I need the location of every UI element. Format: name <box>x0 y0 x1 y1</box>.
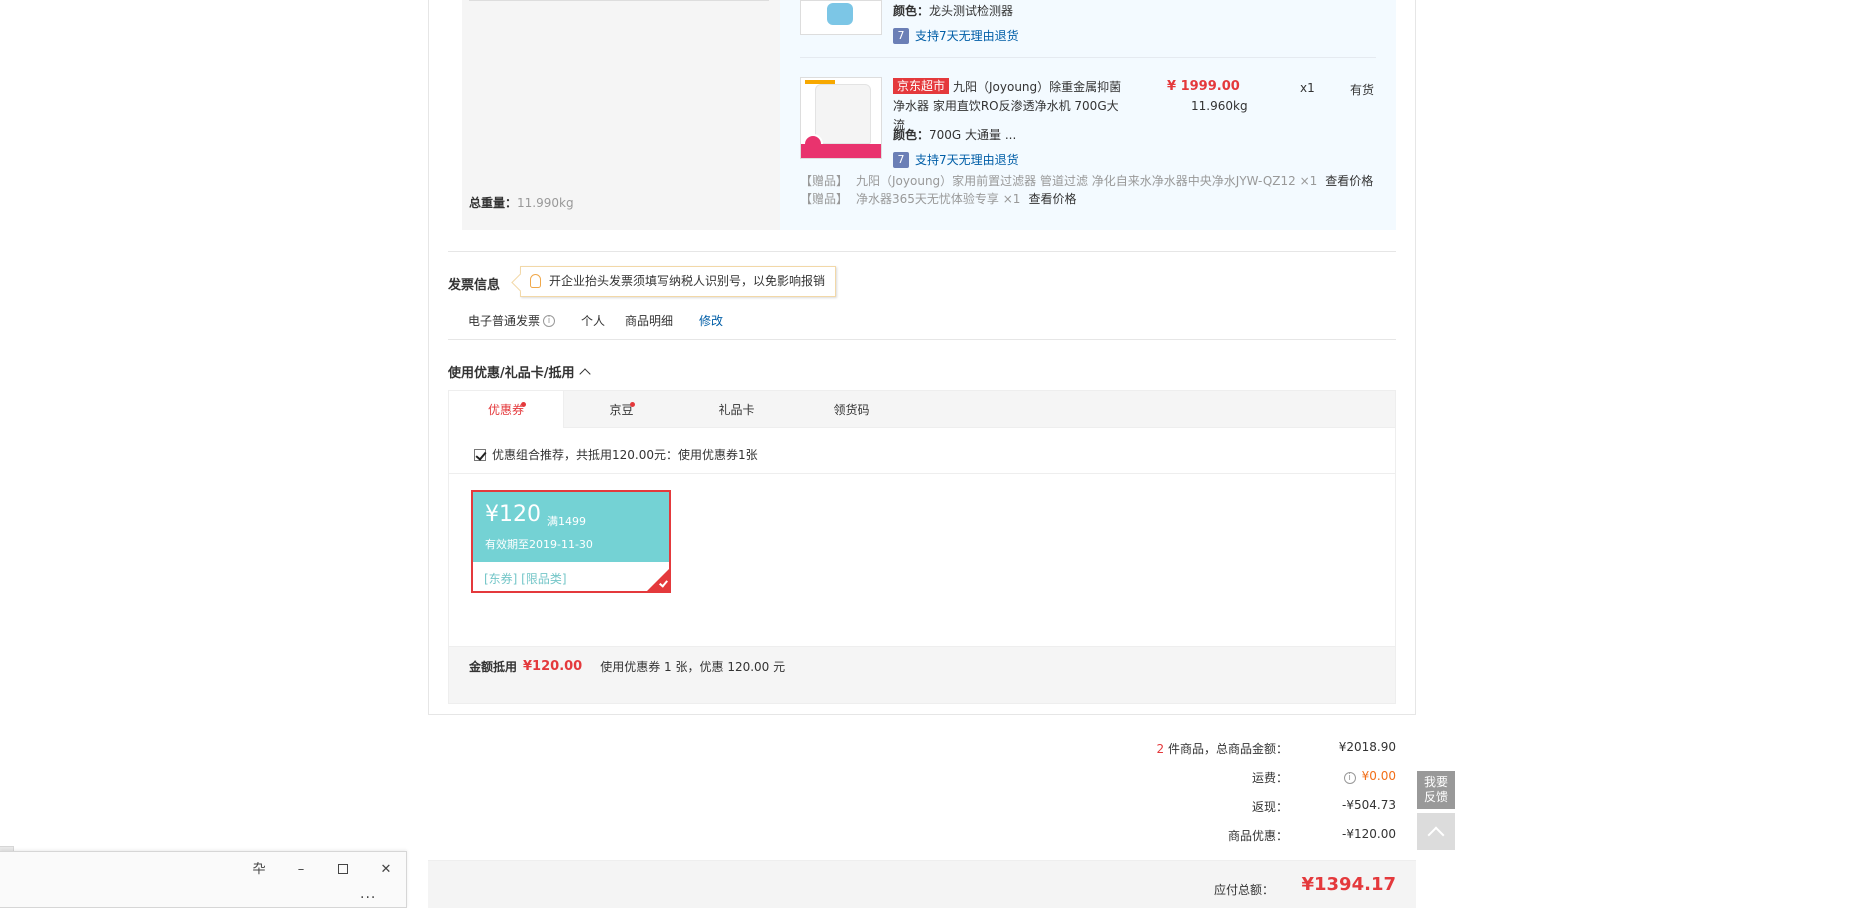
goods-total-value: ¥2018.90 <box>1338 740 1396 754</box>
invoice-details: 电子普通发票 i 个人 商品明细 修改 <box>468 312 723 329</box>
product-weight: 11.960kg <box>1191 99 1248 113</box>
payable-total: ¥1394.17 <box>1301 874 1396 895</box>
shipping-fee-value: i ¥0.00 <box>1276 769 1396 784</box>
color-label: 颜色： <box>893 128 930 142</box>
info-icon[interactable]: i <box>1343 772 1356 784</box>
close-button[interactable]: ✕ <box>375 860 397 880</box>
invoice-tip-text: 开企业抬头发票须填写纳税人识别号，以免影响报销 <box>549 274 826 288</box>
coupon-section-title: 使用优惠/礼品卡/抵用 <box>448 366 575 381</box>
view-price-link[interactable]: 查看价格 <box>1325 174 1373 188</box>
total-weight-label: 总重量： <box>469 196 518 210</box>
minimize-button[interactable]: – <box>290 860 312 880</box>
section-divider <box>448 251 1396 252</box>
tab-coupons[interactable]: 优惠券 <box>449 391 564 429</box>
product-thumbnail[interactable] <box>800 77 882 159</box>
feedback-label-1: 我要 <box>1423 775 1448 789</box>
notification-dot <box>630 402 635 407</box>
combo-checkbox[interactable] <box>474 448 486 461</box>
view-price-link[interactable]: 查看价格 <box>1028 192 1076 206</box>
total-weight: 总重量：11.990kg <box>469 194 574 211</box>
color-label: 颜色： <box>893 4 930 18</box>
combo-text: 优惠组合推荐，共抵用120.00元：使用优惠券1张 <box>492 448 758 462</box>
discount-summary: 金额抵用 ¥120.00 使用优惠券 1 张，优惠 120.00 元 <box>469 658 785 675</box>
chevron-up-icon <box>578 367 591 380</box>
item-color: 颜色：700G 大通量 ... <box>893 126 1016 143</box>
return-policy-icon: 7 <box>893 151 909 168</box>
coupon-card-header: ¥120 满1499 有效期至2019-11-30 <box>473 492 669 562</box>
gift-item: 【赠品】 净水器365天无忧体验专享 ×1 查看价格 <box>800 190 1076 207</box>
product-quantity: x1 <box>1300 81 1315 95</box>
total-weight-value: 11.990kg <box>517 196 574 210</box>
goods-total-label: 2 件商品，总商品金额： <box>1088 740 1288 757</box>
maximize-button[interactable] <box>332 860 354 880</box>
combo-divider <box>449 473 1395 474</box>
discount-description: 使用优惠券 1 张，优惠 120.00 元 <box>600 660 786 674</box>
cashback-label: 返现： <box>1251 800 1288 814</box>
coupon-card[interactable]: ¥120 满1499 有效期至2019-11-30 [东券] [限品类] <box>471 490 671 593</box>
store-tag: 京东超市 <box>893 78 950 94</box>
goods-total-text: 件商品，总商品金额： <box>1164 742 1288 756</box>
maximize-icon <box>338 863 348 874</box>
stock-status: 有货 <box>1350 83 1375 97</box>
shipping-fee-amount: ¥0.00 <box>1361 769 1396 783</box>
invoice-edit-link[interactable]: 修改 <box>699 312 723 329</box>
tab-label: 优惠券 <box>487 403 524 417</box>
invoice-header: 个人 <box>581 314 606 328</box>
product-price: ¥ 1999.00 <box>1167 79 1240 94</box>
invoice-content: 商品明细 <box>625 314 674 328</box>
back-to-top-button[interactable] <box>1417 813 1455 850</box>
tab-gift-card[interactable]: 礼品卡 <box>679 391 794 429</box>
return-policy[interactable]: 7 支持7天无理由退货 <box>893 151 1019 168</box>
coupon-condition: 满1499 <box>547 515 586 528</box>
product-discount-label: 商品优惠： <box>1227 829 1288 843</box>
payable-label: 应付总额： <box>1213 883 1274 897</box>
return-policy[interactable]: 7 支持7天无理由退货 <box>893 27 1019 44</box>
gift-name: 净水器365天无忧体验专享 ×1 <box>856 192 1021 206</box>
discount-summary-bar <box>448 646 1396 704</box>
shipping-divider <box>469 0 769 1</box>
return-policy-label: 支持7天无理由退货 <box>915 153 1019 167</box>
coupon-amount: ¥120 <box>485 502 541 527</box>
discount-amount: ¥120.00 <box>523 659 583 674</box>
return-policy-label: 支持7天无理由退货 <box>915 29 1019 43</box>
more-options-icon[interactable]: ... <box>360 886 376 902</box>
product-thumbnail[interactable] <box>800 0 882 35</box>
tab-label: 礼品卡 <box>718 403 755 417</box>
color-value: 龙头测试检测器 <box>929 4 1014 18</box>
coupon-tabs: 优惠券 京豆 礼品卡 领货码 <box>448 390 1396 429</box>
coupon-tags: [东券] [限品类] <box>484 572 567 586</box>
lightbulb-icon <box>530 274 541 288</box>
pin-icon[interactable]: 卆 <box>248 860 270 880</box>
return-policy-icon: 7 <box>893 27 909 44</box>
invoice-tooltip: 开企业抬头发票须填写纳税人识别号，以免影响报销 <box>520 266 837 297</box>
coupon-combo-recommend[interactable]: 优惠组合推荐，共抵用120.00元：使用优惠券1张 <box>474 446 758 463</box>
gift-item: 【赠品】 九阳（Joyoung）家用前置过滤器 管道过滤 净化自来水净水器中央净水… <box>800 172 1373 189</box>
mini-window: 卆 – ✕ ... <box>0 851 407 908</box>
shipping-fee-label: 运费： <box>1251 771 1288 785</box>
item-color: 颜色：龙头测试检测器 <box>893 2 1013 19</box>
feedback-label-2: 反馈 <box>1423 790 1448 804</box>
invoice-title: 发票信息 <box>448 278 501 293</box>
tab-jingdou[interactable]: 京豆 <box>564 391 679 429</box>
gift-name: 九阳（Joyoung）家用前置过滤器 管道过滤 净化自来水净水器中央净水JYW-… <box>856 174 1318 188</box>
discount-label: 金额抵用 <box>469 660 518 674</box>
color-value: 700G 大通量 ... <box>929 128 1017 142</box>
item-separator <box>800 57 1376 58</box>
gift-label: 【赠品】 <box>800 174 849 188</box>
info-icon[interactable]: i <box>543 314 556 327</box>
tab-label: 领货码 <box>833 403 870 417</box>
notification-dot <box>521 402 526 407</box>
feedback-button[interactable]: 我要 反馈 <box>1417 771 1455 809</box>
coupon-section-toggle[interactable]: 使用优惠/礼品卡/抵用 <box>448 362 591 381</box>
cashback-value: -¥504.73 <box>1342 798 1396 812</box>
invoice-type: 电子普通发票 <box>468 314 541 328</box>
coupon-expiry: 有效期至2019-11-30 <box>485 538 593 551</box>
section-divider <box>448 339 1396 340</box>
product-discount-value: -¥120.00 <box>1342 827 1396 841</box>
gift-label: 【赠品】 <box>800 192 849 206</box>
tab-pickup-code[interactable]: 领货码 <box>794 391 909 429</box>
